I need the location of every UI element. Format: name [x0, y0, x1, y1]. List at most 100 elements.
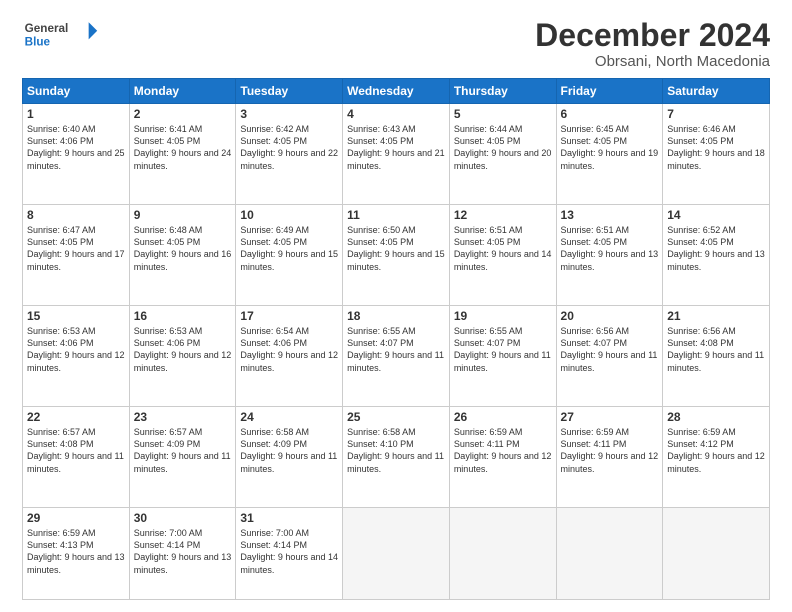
day-number: 21: [667, 309, 765, 323]
header-tuesday: Tuesday: [236, 79, 343, 104]
cell-info: Sunrise: 6:47 AMSunset: 4:05 PMDaylight:…: [27, 225, 125, 271]
day-number: 18: [347, 309, 445, 323]
table-row: 1 Sunrise: 6:40 AMSunset: 4:06 PMDayligh…: [23, 104, 130, 205]
cell-info: Sunrise: 6:56 AMSunset: 4:08 PMDaylight:…: [667, 326, 764, 372]
cell-info: Sunrise: 6:40 AMSunset: 4:06 PMDaylight:…: [27, 124, 125, 170]
header-wednesday: Wednesday: [343, 79, 450, 104]
table-row: 9 Sunrise: 6:48 AMSunset: 4:05 PMDayligh…: [129, 205, 236, 306]
day-number: 3: [240, 107, 338, 121]
table-row: [343, 508, 450, 600]
table-row: 27 Sunrise: 6:59 AMSunset: 4:11 PMDaylig…: [556, 407, 663, 508]
cell-info: Sunrise: 6:52 AMSunset: 4:05 PMDaylight:…: [667, 225, 765, 271]
month-title: December 2024: [535, 18, 770, 53]
cell-info: Sunrise: 6:57 AMSunset: 4:09 PMDaylight:…: [134, 427, 231, 473]
location: Obrsani, North Macedonia: [535, 53, 770, 70]
table-row: 22 Sunrise: 6:57 AMSunset: 4:08 PMDaylig…: [23, 407, 130, 508]
cell-info: Sunrise: 6:53 AMSunset: 4:06 PMDaylight:…: [134, 326, 232, 372]
day-number: 19: [454, 309, 552, 323]
table-row: 10 Sunrise: 6:49 AMSunset: 4:05 PMDaylig…: [236, 205, 343, 306]
calendar-week-row: 1 Sunrise: 6:40 AMSunset: 4:06 PMDayligh…: [23, 104, 770, 205]
day-number: 11: [347, 208, 445, 222]
calendar-week-row: 29 Sunrise: 6:59 AMSunset: 4:13 PMDaylig…: [23, 508, 770, 600]
table-row: 30 Sunrise: 7:00 AMSunset: 4:14 PMDaylig…: [129, 508, 236, 600]
table-row: 26 Sunrise: 6:59 AMSunset: 4:11 PMDaylig…: [449, 407, 556, 508]
calendar-week-row: 8 Sunrise: 6:47 AMSunset: 4:05 PMDayligh…: [23, 205, 770, 306]
cell-info: Sunrise: 6:56 AMSunset: 4:07 PMDaylight:…: [561, 326, 658, 372]
cell-info: Sunrise: 6:42 AMSunset: 4:05 PMDaylight:…: [240, 124, 338, 170]
table-row: 3 Sunrise: 6:42 AMSunset: 4:05 PMDayligh…: [236, 104, 343, 205]
page: General Blue General Blue December 2024 …: [0, 0, 792, 612]
table-row: 15 Sunrise: 6:53 AMSunset: 4:06 PMDaylig…: [23, 306, 130, 407]
table-row: 17 Sunrise: 6:54 AMSunset: 4:06 PMDaylig…: [236, 306, 343, 407]
cell-info: Sunrise: 6:43 AMSunset: 4:05 PMDaylight:…: [347, 124, 445, 170]
cell-info: Sunrise: 6:46 AMSunset: 4:05 PMDaylight:…: [667, 124, 765, 170]
day-number: 12: [454, 208, 552, 222]
table-row: 7 Sunrise: 6:46 AMSunset: 4:05 PMDayligh…: [663, 104, 770, 205]
day-number: 20: [561, 309, 659, 323]
cell-info: Sunrise: 6:59 AMSunset: 4:11 PMDaylight:…: [561, 427, 659, 473]
day-number: 28: [667, 410, 765, 424]
table-row: 24 Sunrise: 6:58 AMSunset: 4:09 PMDaylig…: [236, 407, 343, 508]
table-row: 2 Sunrise: 6:41 AMSunset: 4:05 PMDayligh…: [129, 104, 236, 205]
table-row: 19 Sunrise: 6:55 AMSunset: 4:07 PMDaylig…: [449, 306, 556, 407]
day-number: 1: [27, 107, 125, 121]
table-row: 5 Sunrise: 6:44 AMSunset: 4:05 PMDayligh…: [449, 104, 556, 205]
table-row: 13 Sunrise: 6:51 AMSunset: 4:05 PMDaylig…: [556, 205, 663, 306]
table-row: 12 Sunrise: 6:51 AMSunset: 4:05 PMDaylig…: [449, 205, 556, 306]
day-number: 17: [240, 309, 338, 323]
header-sunday: Sunday: [23, 79, 130, 104]
cell-info: Sunrise: 6:57 AMSunset: 4:08 PMDaylight:…: [27, 427, 124, 473]
header-saturday: Saturday: [663, 79, 770, 104]
cell-info: Sunrise: 6:50 AMSunset: 4:05 PMDaylight:…: [347, 225, 445, 271]
top-section: General Blue General Blue December 2024 …: [22, 18, 770, 70]
header-monday: Monday: [129, 79, 236, 104]
cell-info: Sunrise: 6:48 AMSunset: 4:05 PMDaylight:…: [134, 225, 232, 271]
cell-info: Sunrise: 7:00 AMSunset: 4:14 PMDaylight:…: [240, 528, 338, 574]
table-row: 21 Sunrise: 6:56 AMSunset: 4:08 PMDaylig…: [663, 306, 770, 407]
table-row: 29 Sunrise: 6:59 AMSunset: 4:13 PMDaylig…: [23, 508, 130, 600]
day-number: 13: [561, 208, 659, 222]
calendar: Sunday Monday Tuesday Wednesday Thursday…: [22, 78, 770, 600]
table-row: 18 Sunrise: 6:55 AMSunset: 4:07 PMDaylig…: [343, 306, 450, 407]
day-number: 23: [134, 410, 232, 424]
day-number: 27: [561, 410, 659, 424]
cell-info: Sunrise: 6:53 AMSunset: 4:06 PMDaylight:…: [27, 326, 125, 372]
cell-info: Sunrise: 7:00 AMSunset: 4:14 PMDaylight:…: [134, 528, 232, 574]
cell-info: Sunrise: 6:59 AMSunset: 4:12 PMDaylight:…: [667, 427, 765, 473]
cell-info: Sunrise: 6:59 AMSunset: 4:11 PMDaylight:…: [454, 427, 552, 473]
calendar-week-row: 15 Sunrise: 6:53 AMSunset: 4:06 PMDaylig…: [23, 306, 770, 407]
day-number: 9: [134, 208, 232, 222]
cell-info: Sunrise: 6:55 AMSunset: 4:07 PMDaylight:…: [347, 326, 444, 372]
table-row: [556, 508, 663, 600]
table-row: [449, 508, 556, 600]
day-number: 14: [667, 208, 765, 222]
table-row: 23 Sunrise: 6:57 AMSunset: 4:09 PMDaylig…: [129, 407, 236, 508]
calendar-header-row: Sunday Monday Tuesday Wednesday Thursday…: [23, 79, 770, 104]
day-number: 22: [27, 410, 125, 424]
table-row: 8 Sunrise: 6:47 AMSunset: 4:05 PMDayligh…: [23, 205, 130, 306]
svg-text:General: General: [25, 22, 69, 35]
day-number: 25: [347, 410, 445, 424]
day-number: 30: [134, 511, 232, 525]
day-number: 31: [240, 511, 338, 525]
cell-info: Sunrise: 6:51 AMSunset: 4:05 PMDaylight:…: [561, 225, 659, 271]
cell-info: Sunrise: 6:41 AMSunset: 4:05 PMDaylight:…: [134, 124, 232, 170]
header-friday: Friday: [556, 79, 663, 104]
table-row: 20 Sunrise: 6:56 AMSunset: 4:07 PMDaylig…: [556, 306, 663, 407]
logo-icon: General Blue: [22, 18, 102, 50]
day-number: 4: [347, 107, 445, 121]
day-number: 5: [454, 107, 552, 121]
svg-text:Blue: Blue: [25, 36, 51, 49]
header-thursday: Thursday: [449, 79, 556, 104]
title-section: December 2024 Obrsani, North Macedonia: [535, 18, 770, 70]
logo: General Blue General Blue: [22, 18, 102, 50]
day-number: 6: [561, 107, 659, 121]
table-row: 25 Sunrise: 6:58 AMSunset: 4:10 PMDaylig…: [343, 407, 450, 508]
table-row: 14 Sunrise: 6:52 AMSunset: 4:05 PMDaylig…: [663, 205, 770, 306]
cell-info: Sunrise: 6:58 AMSunset: 4:10 PMDaylight:…: [347, 427, 444, 473]
table-row: 4 Sunrise: 6:43 AMSunset: 4:05 PMDayligh…: [343, 104, 450, 205]
cell-info: Sunrise: 6:51 AMSunset: 4:05 PMDaylight:…: [454, 225, 552, 271]
cell-info: Sunrise: 6:55 AMSunset: 4:07 PMDaylight:…: [454, 326, 551, 372]
calendar-week-row: 22 Sunrise: 6:57 AMSunset: 4:08 PMDaylig…: [23, 407, 770, 508]
day-number: 24: [240, 410, 338, 424]
